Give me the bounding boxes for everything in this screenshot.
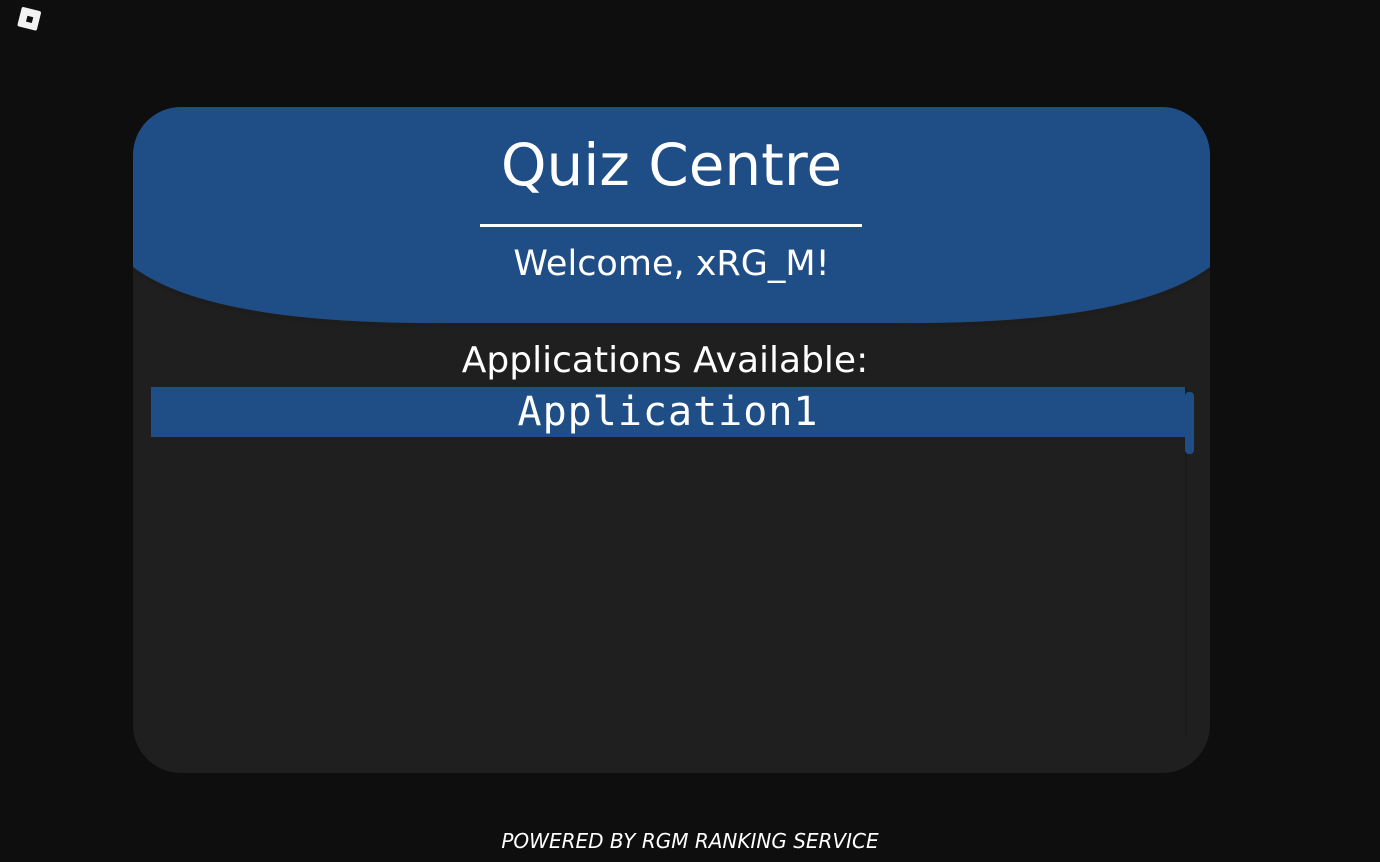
screen: Quiz Centre Welcome, xRG_M! Applications… xyxy=(0,0,1380,862)
quiz-panel: Quiz Centre Welcome, xRG_M! Applications… xyxy=(133,107,1210,773)
list-scrollbar-thumb[interactable] xyxy=(1185,392,1194,454)
roblox-logo-icon[interactable] xyxy=(16,6,44,34)
page-title: Quiz Centre xyxy=(500,131,843,199)
welcome-message: Welcome, xRG_M! xyxy=(513,244,830,284)
applications-heading: Applications Available: xyxy=(461,340,869,381)
title-divider xyxy=(480,224,862,227)
powered-by-footer: POWERED BY RGM RANKING SERVICE xyxy=(501,829,879,853)
application-list: Application1 xyxy=(151,387,1185,737)
application-item-button[interactable]: Application1 xyxy=(151,387,1185,437)
